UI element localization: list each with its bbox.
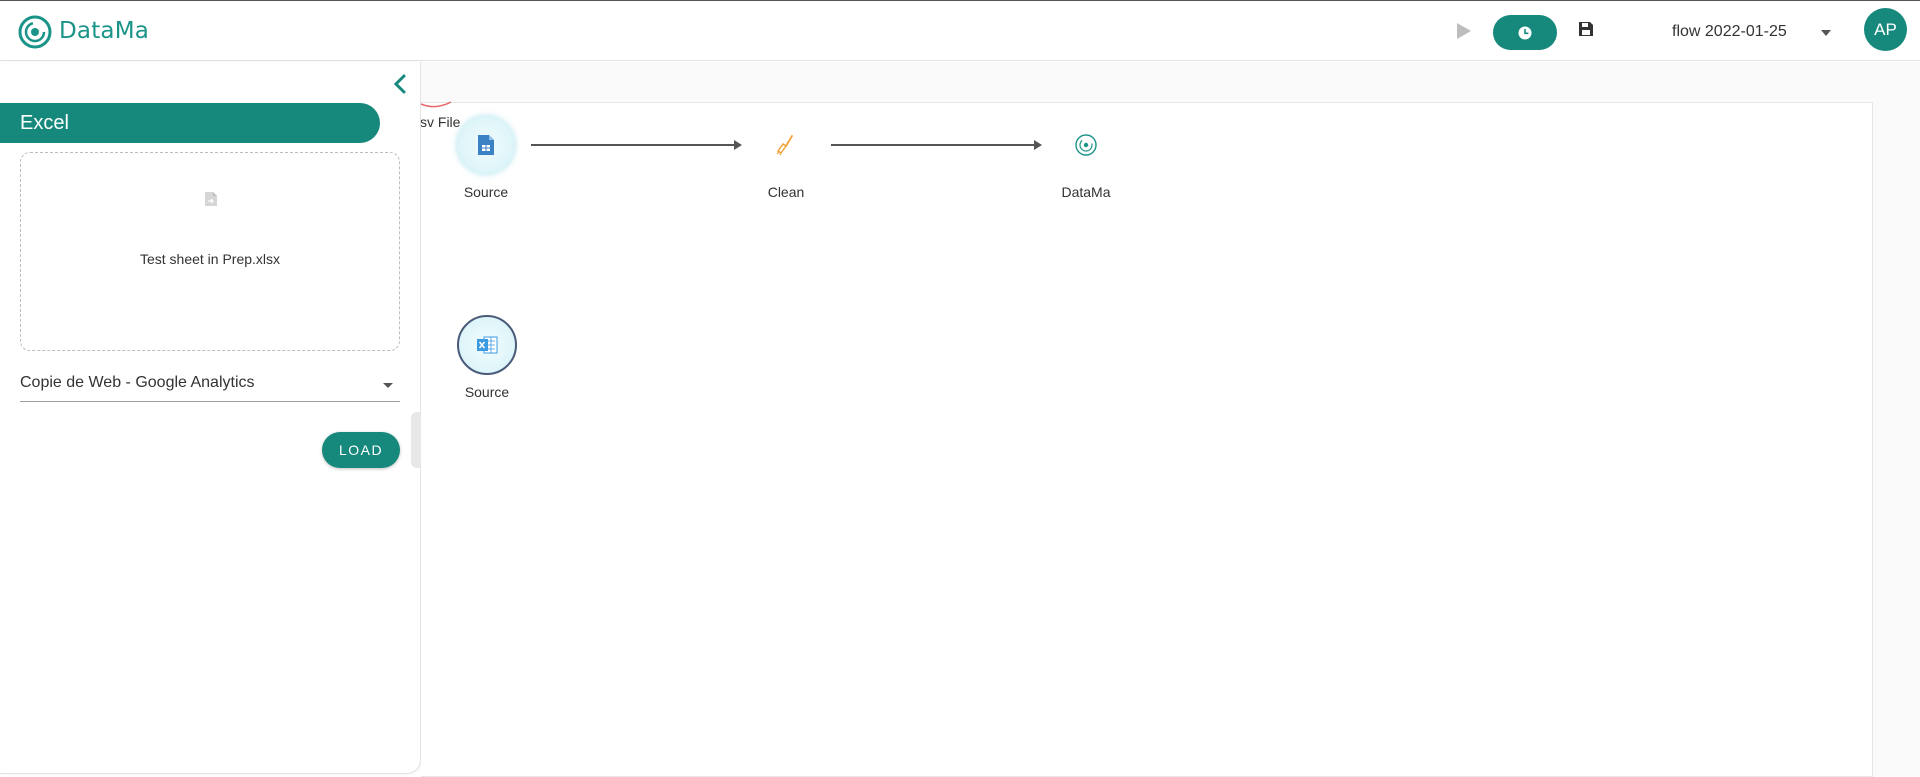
node-label: Clean <box>767 184 805 200</box>
node-circle <box>1056 115 1116 175</box>
panel-resize-handle[interactable] <box>411 412 421 468</box>
flow-canvas-area <box>421 102 1873 777</box>
sheet-select[interactable]: Copie de Web - Google Analytics <box>20 367 400 402</box>
node-label: DataMa <box>1061 184 1111 200</box>
schedule-button[interactable] <box>1493 15 1557 50</box>
document-icon <box>478 135 494 155</box>
node-source-csv[interactable]: Source <box>456 115 516 200</box>
chevron-down-icon <box>1821 30 1831 36</box>
flow-select-value: flow 2022-01-25 <box>1672 23 1787 40</box>
chevron-down-icon <box>383 383 393 388</box>
flow-edge[interactable] <box>531 140 742 150</box>
panel-title: Excel <box>0 103 380 143</box>
node-circle <box>457 315 517 375</box>
partial-node-ring <box>421 101 451 108</box>
clock-icon <box>1518 26 1532 39</box>
node-circle <box>756 115 816 175</box>
top-bar: DataMa flow 2022-01-25 AP <box>0 0 1920 61</box>
file-upload-icon <box>205 192 217 206</box>
node-source-excel[interactable]: Source <box>457 315 517 400</box>
sheet-select-value: Copie de Web - Google Analytics <box>20 374 255 391</box>
user-avatar[interactable]: AP <box>1864 8 1907 51</box>
dropzone-file-name: Test sheet in Prep.xlsx <box>139 251 281 267</box>
excel-icon <box>477 336 498 354</box>
partial-node-label: sv File <box>421 114 461 130</box>
file-dropzone[interactable]: Test sheet in Prep.xlsx <box>20 152 400 351</box>
brand-name[interactable]: DataMa <box>59 18 149 44</box>
play-icon[interactable] <box>1452 20 1474 42</box>
load-button[interactable]: LOAD <box>322 432 400 468</box>
flow-canvas[interactable]: sv File Source Clean DataMa Source <box>421 62 1920 777</box>
node-label: Source <box>464 384 510 400</box>
broom-icon <box>776 135 793 156</box>
save-icon[interactable] <box>1577 20 1595 38</box>
source-config-panel: Excel Test sheet in Prep.xlsx Copie de W… <box>0 62 421 774</box>
datama-icon <box>1075 134 1097 156</box>
node-label: Source <box>463 184 509 200</box>
node-datama[interactable]: DataMa <box>1056 115 1116 200</box>
datama-logo-icon[interactable] <box>18 15 52 49</box>
flow-edge[interactable] <box>831 140 1042 150</box>
chevron-left-icon[interactable] <box>389 72 411 96</box>
node-circle <box>456 115 516 175</box>
node-clean[interactable]: Clean <box>756 115 816 200</box>
